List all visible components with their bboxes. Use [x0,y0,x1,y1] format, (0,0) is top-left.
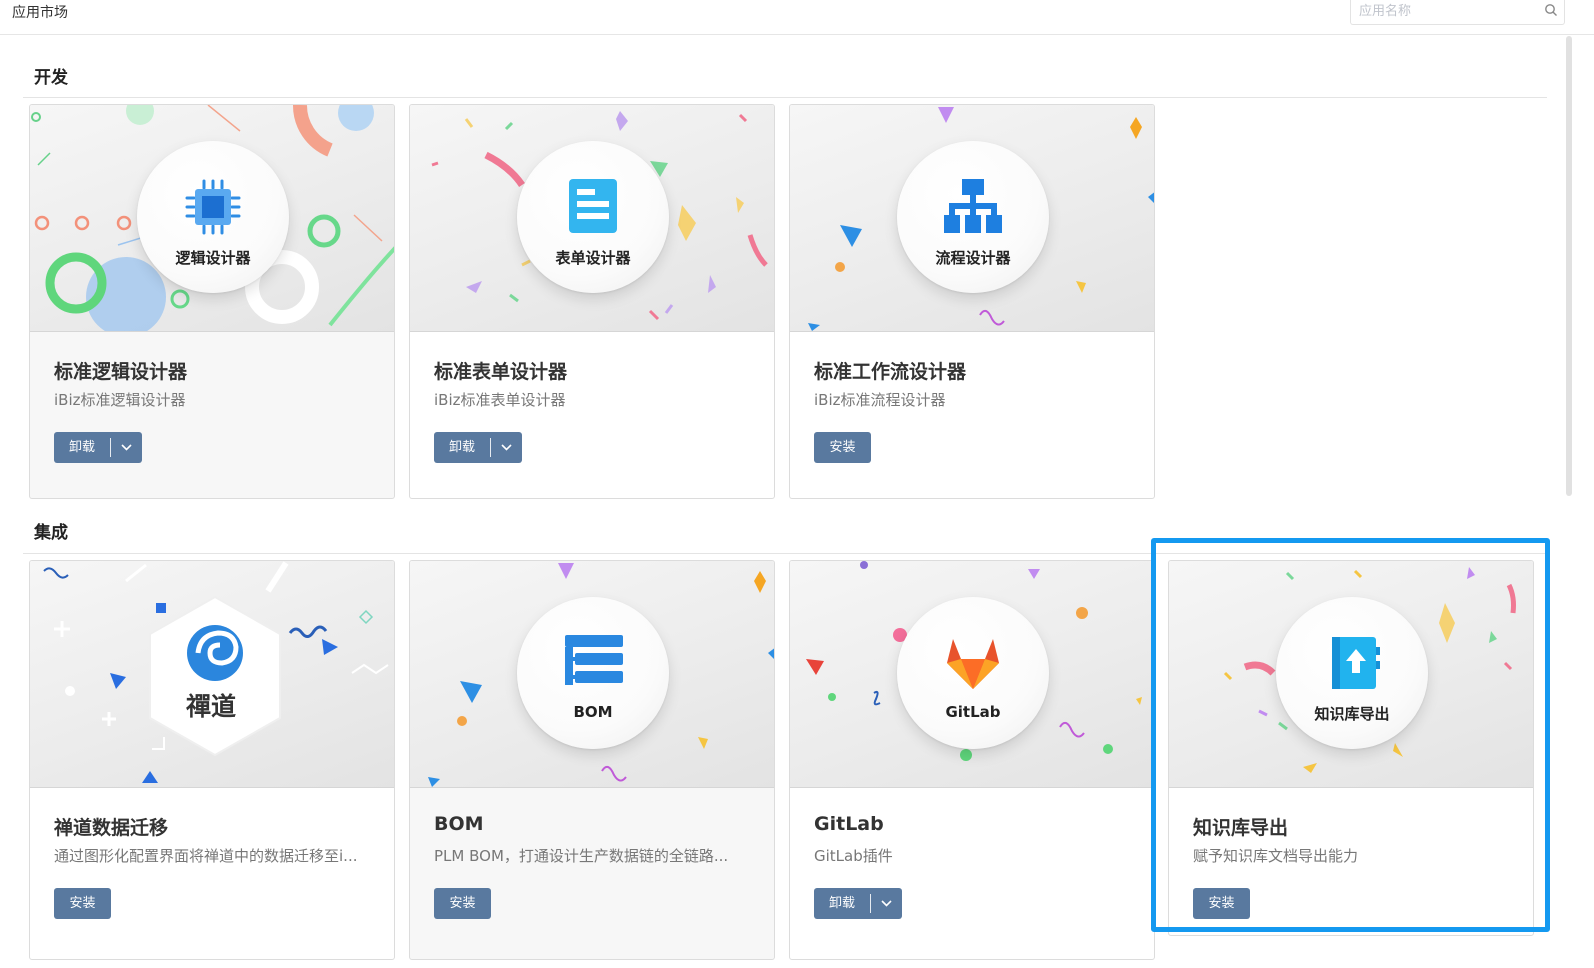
app-badge: 表单设计器 [517,141,669,293]
card-banner: 知识库导出 [1169,561,1533,788]
scrollbar[interactable] [1566,36,1572,496]
app-badge: 逻辑设计器 [137,141,289,293]
app-name: 标准逻辑设计器 [54,361,188,383]
app-name: BOM [434,813,484,835]
app-name: GitLab [814,813,884,835]
gitlab-logo [947,639,999,689]
install-button[interactable]: 安装 [814,432,871,463]
app-card-form-designer[interactable]: 表单设计器 标准表单设计器 iBiz标准表单设计器 卸载 [409,104,775,499]
app-card-workflow-designer[interactable]: 流程设计器 标准工作流设计器 iBiz标准流程设计器 安装 [789,104,1155,499]
section-divider [23,553,1547,554]
app-card-bom[interactable]: BOM BOM PLM BOM，打通设计生产数据链的全链路... 安装 [409,560,775,960]
app-card-logic-designer[interactable]: 逻辑设计器 标准逻辑设计器 iBiz标准逻辑设计器 卸载 [29,104,395,499]
app-badge: 流程设计器 [897,141,1049,293]
app-card-gitlab[interactable]: GitLab GitLab GitLab插件 卸载 [789,560,1155,960]
card-banner: GitLab [790,561,1154,788]
app-description: PLM BOM，打通设计生产数据链的全链路... [434,847,729,865]
badge-label: 表单设计器 [555,249,631,267]
section-title-integration: 集成 [34,523,68,543]
app-name: 标准工作流设计器 [814,361,967,383]
app-description: iBiz标准逻辑设计器 [54,391,186,409]
flowchart-icon [944,179,1002,233]
app-card-knowledge-export[interactable]: 知识库导出 知识库导出 赋予知识库文档导出能力 安装 [1168,560,1534,936]
chevron-down-icon[interactable] [871,888,902,919]
uninstall-button[interactable]: 卸载 [54,432,110,463]
uninstall-split-button[interactable]: 卸载 [434,432,522,463]
app-description: 通过图形化配置界面将禅道中的数据迁移至i... [54,847,358,865]
app-card-zentao-migration[interactable]: 禪道 禅道数据迁移 通过图形化配置界面将禅道中的数据迁移至i... 安装 [29,560,395,960]
install-button[interactable]: 安装 [434,888,491,919]
app-name: 知识库导出 [1193,817,1289,839]
bom-tree-icon [565,635,623,685]
chevron-down-icon[interactable] [111,432,142,463]
search-icon[interactable] [1544,3,1558,17]
search-input[interactable] [1359,2,1529,20]
card-banner: 表单设计器 [410,105,774,332]
chip-icon [185,179,241,235]
search-box[interactable] [1350,0,1565,25]
uninstall-button[interactable]: 卸载 [814,888,870,919]
install-button[interactable]: 安装 [1193,888,1250,919]
install-button[interactable]: 安装 [54,888,111,919]
app-name: 标准表单设计器 [434,361,568,383]
badge-label: 流程设计器 [935,249,1011,267]
app-name: 禅道数据迁移 [54,817,169,839]
app-description: iBiz标准流程设计器 [814,391,946,409]
page-title: 应用市场 [12,5,68,21]
badge-label: BOM [573,703,613,721]
app-badge: 知识库导出 [1276,597,1428,749]
badge-label: 知识库导出 [1314,705,1390,723]
section-title-dev: 开发 [34,68,68,88]
uninstall-split-button[interactable]: 卸载 [54,432,142,463]
badge-label: GitLab [945,703,1001,721]
card-banner: 流程设计器 [790,105,1154,332]
card-banner: BOM [410,561,774,788]
badge-label: 逻辑设计器 [175,249,251,267]
uninstall-split-button[interactable]: 卸载 [814,888,902,919]
app-description: 赋予知识库文档导出能力 [1193,847,1359,865]
app-badge: GitLab [897,597,1049,749]
card-banner: 禪道 [30,561,394,788]
export-book-icon [1332,637,1380,689]
section-divider [23,97,1547,98]
form-icon [569,179,617,233]
chevron-down-icon[interactable] [491,432,522,463]
zentao-logo [149,595,281,757]
app-description: GitLab插件 [814,847,893,865]
top-bar: 应用市场 [0,0,1594,35]
card-banner: 逻辑设计器 [30,105,394,332]
app-description: iBiz标准表单设计器 [434,391,566,409]
zentao-logo-text: 禪道 [186,692,237,721]
app-badge: BOM [517,597,669,749]
uninstall-button[interactable]: 卸载 [434,432,490,463]
